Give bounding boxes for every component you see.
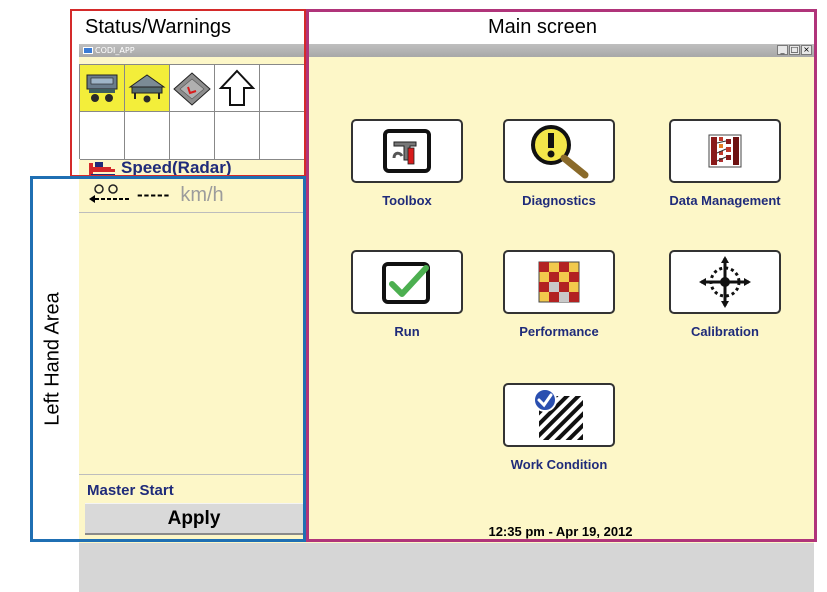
status-warnings-title: Status/Warnings bbox=[85, 16, 231, 38]
main-screen-region bbox=[306, 9, 817, 542]
main-screen-title: Main screen bbox=[488, 16, 597, 38]
left-hand-area-title: Left Hand Area bbox=[41, 292, 64, 426]
bottom-bar bbox=[79, 543, 814, 592]
left-hand-area-region bbox=[30, 176, 306, 542]
